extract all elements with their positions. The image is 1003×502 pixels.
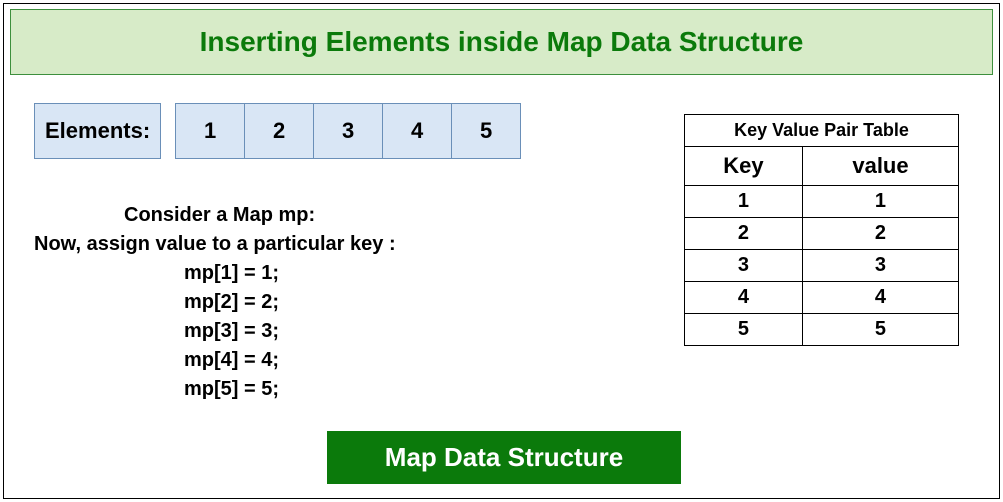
kv-key: 4 <box>685 282 803 314</box>
element-cell: 5 <box>451 103 521 159</box>
kv-value-header: value <box>802 147 958 186</box>
table-row: 33 <box>685 250 959 282</box>
kv-value: 5 <box>802 314 958 346</box>
elements-cells: 1 2 3 4 5 <box>175 103 521 159</box>
kv-key-header: Key <box>685 147 803 186</box>
title-bar: Inserting Elements inside Map Data Struc… <box>10 9 993 75</box>
element-cell: 2 <box>244 103 314 159</box>
kv-caption: Key Value Pair Table <box>685 115 959 147</box>
code-line: mp[5] = 5; <box>34 375 969 404</box>
kv-key: 5 <box>685 314 803 346</box>
page-title: Inserting Elements inside Map Data Struc… <box>200 26 804 58</box>
diagram-frame: Inserting Elements inside Map Data Struc… <box>3 3 1000 499</box>
table-row: 44 <box>685 282 959 314</box>
kv-key: 1 <box>685 186 803 218</box>
element-cell: 4 <box>382 103 452 159</box>
kv-value: 2 <box>802 218 958 250</box>
kv-value: 1 <box>802 186 958 218</box>
table-row: 22 <box>685 218 959 250</box>
element-cell: 3 <box>313 103 383 159</box>
elements-label: Elements: <box>34 103 161 159</box>
footer-label: Map Data Structure <box>327 431 681 484</box>
element-cell: 1 <box>175 103 245 159</box>
key-value-table: Key Value Pair Table Key value 11 22 33 … <box>684 114 959 346</box>
kv-key: 3 <box>685 250 803 282</box>
kv-value: 3 <box>802 250 958 282</box>
kv-value: 4 <box>802 282 958 314</box>
code-line: mp[4] = 4; <box>34 346 969 375</box>
kv-key: 2 <box>685 218 803 250</box>
table-row: 55 <box>685 314 959 346</box>
table-row: 11 <box>685 186 959 218</box>
